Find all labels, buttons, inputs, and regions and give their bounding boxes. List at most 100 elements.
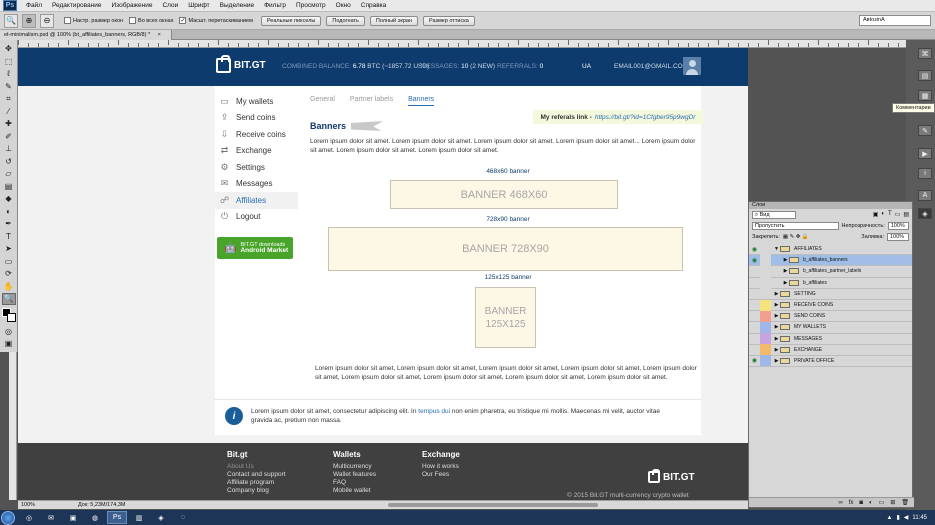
layer-row[interactable]: ◉ ▶ PRIVATE OFFICE (749, 355, 912, 368)
volume-icon[interactable]: ◀ (904, 514, 909, 521)
actions-panel-icon[interactable]: ▶ (918, 148, 932, 159)
gradient-tool-icon[interactable]: ▤ (2, 181, 16, 193)
new-group-icon[interactable]: ▭ (879, 499, 885, 506)
eraser-tool-icon[interactable]: ▱ (2, 168, 16, 180)
expand-arrow-icon[interactable]: ▶ (782, 280, 789, 286)
expand-arrow-icon[interactable]: ▶ (773, 347, 780, 353)
quick-select-tool-icon[interactable]: ✎ (2, 81, 16, 93)
sidebar-item-exchange[interactable]: ⇄ Exchange (215, 143, 295, 160)
banner-468x60[interactable]: BANNER 468X60 (390, 180, 618, 209)
zoom-tool-preset-icon[interactable]: 🔍 (4, 13, 18, 28)
background-color[interactable] (6, 312, 16, 322)
referral-link[interactable]: https://bit.gt/?id=1Cfgber95p9wgDr (595, 114, 696, 121)
layer-row[interactable]: ▶ EXCHANGE (749, 344, 912, 356)
expand-arrow-icon[interactable]: ▶ (773, 358, 780, 364)
fill-input[interactable]: 100% (887, 232, 909, 241)
footer-link[interactable]: Contact and support (227, 471, 286, 479)
taskbar-app-icon[interactable]: ▥ (129, 511, 149, 524)
checkbox-icon[interactable] (129, 17, 137, 24)
view-button[interactable]: Реальные пикселы (260, 15, 322, 26)
expand-arrow-icon[interactable]: ▶ (782, 257, 789, 263)
eye-icon[interactable] (749, 277, 760, 288)
menu-item-0[interactable]: Файл (21, 2, 47, 9)
layer-style-icon[interactable]: fx (849, 500, 854, 506)
zoom-level[interactable]: 100% (18, 502, 78, 508)
eye-icon[interactable] (749, 266, 760, 277)
taskbar-app-icon[interactable]: ◎ (19, 511, 39, 524)
new-layer-icon[interactable]: ⊞ (890, 499, 895, 506)
sidebar-item-logout[interactable]: ⏻ Logout (215, 209, 295, 226)
history-panel-icon[interactable]: ⌘ (918, 48, 932, 59)
expand-arrow-icon[interactable]: ▶ (773, 313, 780, 319)
network-icon[interactable]: ▮ (896, 514, 899, 521)
healing-tool-icon[interactable]: ✚ (2, 118, 16, 130)
view-button[interactable]: Полный экран (369, 15, 418, 26)
footer-link[interactable]: Company blog (227, 487, 286, 495)
taskbar-app-icon[interactable]: ◈ (151, 511, 171, 524)
expand-arrow-icon[interactable]: ▶ (773, 302, 780, 308)
clock[interactable]: 11:45 (912, 515, 927, 521)
tab-general[interactable]: General (310, 96, 335, 108)
eye-icon[interactable] (749, 322, 760, 333)
brush-tool-icon[interactable]: ✐ (2, 131, 16, 143)
clone-stamp-icon[interactable]: ⊥ (2, 143, 16, 155)
zoom-tool-icon[interactable]: 🔍 (1, 293, 16, 305)
doc-size[interactable]: Док: 5,23M/174,3M (78, 502, 125, 508)
type-tool-icon[interactable]: T (2, 231, 16, 243)
pen-tool-icon[interactable]: ✒ (2, 218, 16, 230)
sidebar-item-send-coins[interactable]: ⇪ Send coins (215, 110, 295, 127)
marquee-tool-icon[interactable]: ⬚ (2, 56, 16, 68)
hand-tool-icon[interactable]: ✋ (2, 281, 16, 293)
menu-item-5[interactable]: Выделение (215, 2, 259, 9)
shape-tool-icon[interactable]: ▭ (2, 256, 16, 268)
info-link[interactable]: tempus dui (418, 408, 450, 415)
menu-item-8[interactable]: Окно (331, 2, 356, 9)
layer-row[interactable]: ▶ MY WALLETS (749, 321, 912, 334)
banner-125x125[interactable]: BANNER 125X125 (475, 287, 536, 348)
layer-row[interactable]: ▶ SEND COINS (749, 310, 912, 323)
new-adjustment-icon[interactable]: ◐ (869, 500, 873, 506)
taskbar-app-icon[interactable]: ▣ (63, 511, 83, 524)
eye-icon[interactable]: ◉ (749, 255, 760, 266)
opacity-input[interactable]: 100% (887, 221, 909, 230)
menu-item-2[interactable]: Изображение (107, 2, 158, 9)
view-button[interactable]: Подогнать (326, 15, 365, 26)
checkbox-icon[interactable]: ✓ (179, 17, 187, 24)
smart-filter-icon[interactable]: ▤ (903, 211, 909, 218)
comments-panel-icon[interactable]: ▦ (918, 90, 932, 101)
sidebar-item-settings[interactable]: ⚙ Settings (215, 159, 295, 176)
option-checkbox[interactable]: ✓ Масшт. перетаскиванием (179, 17, 253, 24)
eye-icon[interactable] (749, 288, 760, 299)
user-email[interactable]: EMAIL001@GMAIL.COM (614, 63, 688, 70)
layers-panel-icon[interactable]: ◈ (918, 208, 932, 219)
3d-rotate-icon[interactable]: ⟳ (2, 268, 16, 280)
taskbar-app-icon[interactable]: ✉ (41, 511, 61, 524)
layer-row[interactable]: ◉ ▶ b_affiliates_banners (749, 254, 912, 267)
start-button[interactable] (1, 510, 15, 525)
taskbar-app-icon[interactable]: ◍ (85, 511, 105, 524)
move-tool-icon[interactable]: ✥ (2, 43, 16, 55)
eye-icon[interactable] (749, 344, 760, 355)
messages-count[interactable]: MESSAGES: 10 (2 NEW) (421, 63, 495, 70)
blur-tool-icon[interactable]: ◆ (2, 193, 16, 205)
banner-728x90[interactable]: BANNER 728X90 (328, 227, 683, 271)
eye-icon[interactable]: ◉ (749, 244, 760, 255)
info-panel-icon[interactable]: i (918, 168, 932, 179)
referrals-count[interactable]: REFERRALS: 0 (497, 63, 543, 70)
expand-arrow-icon[interactable]: ▶ (773, 324, 780, 330)
layer-row[interactable]: ▶ RECEIVE COINS (749, 299, 912, 312)
quick-mask-icon[interactable]: ◎ (2, 326, 16, 338)
dodge-tool-icon[interactable]: ◐ (2, 206, 16, 218)
expand-arrow-icon[interactable]: ▶ (773, 336, 780, 342)
language-switch[interactable]: UA (582, 63, 591, 70)
expand-arrow-icon[interactable]: ▶ (773, 291, 780, 297)
eye-icon[interactable] (749, 311, 760, 322)
footer-link[interactable]: Multicurrency (333, 463, 376, 471)
add-mask-icon[interactable]: ◙ (859, 500, 863, 506)
pixel-filter-icon[interactable]: ▣ (873, 211, 879, 218)
sidebar-item-my-wallets[interactable]: ▭ My wallets (215, 93, 295, 110)
close-icon[interactable]: × (158, 32, 161, 38)
color-swatch[interactable] (1, 307, 16, 322)
document-tab[interactable]: et-minimalism.psd @ 100% (bt_affiliates_… (0, 30, 172, 40)
layer-filter-select[interactable]: ⌕ Вид (752, 210, 796, 219)
